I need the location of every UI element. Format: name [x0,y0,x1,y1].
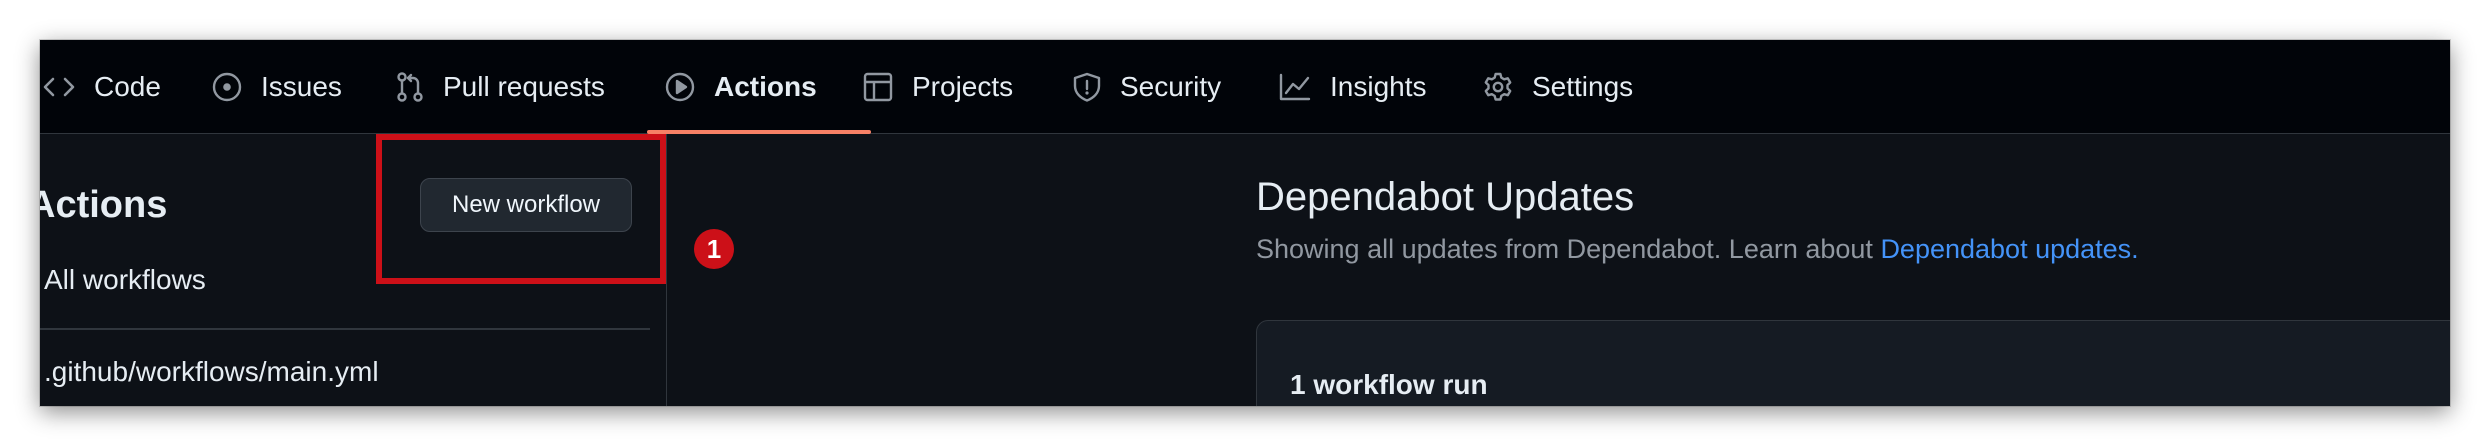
tab-settings[interactable]: Settings [1482,40,1633,133]
tab-projects-label: Projects [912,70,1014,102]
dependabot-updates-link[interactable]: Dependabot updates. [1880,234,2138,264]
page-title: Dependabot Updates [1256,175,1635,219]
tab-actions-label: Actions [714,70,817,102]
browser-window: Code Issues Pull requests Actions Projec… [40,40,2450,406]
sidebar-item-all-workflows[interactable]: All workflows [44,264,206,296]
tab-pull-requests-label: Pull requests [443,70,605,102]
sidebar-divider [40,328,650,330]
tab-settings-label: Settings [1532,70,1634,102]
tab-security[interactable]: Security [1072,40,1221,133]
table-icon [862,71,894,103]
page-subtitle: Showing all updates from Dependabot. Lea… [1256,234,2139,265]
tab-code[interactable]: Code [42,40,161,133]
tab-pull-requests[interactable]: Pull requests [395,40,605,133]
sidebar-item-workflow-file[interactable]: .github/workflows/main.yml [44,356,379,388]
repo-nav: Code Issues Pull requests Actions Projec… [40,40,2450,134]
sidebar-title: Actions [40,184,168,226]
issue-opened-icon [211,71,243,103]
code-icon [42,73,76,101]
tab-projects[interactable]: Projects [862,40,1013,133]
active-tab-underline [647,130,871,134]
tab-code-label: Code [94,70,161,102]
gear-icon [1482,71,1514,103]
tab-issues[interactable]: Issues [211,40,342,133]
graph-icon [1278,72,1312,102]
workflow-runs-count: 1 workflow run [1290,369,1488,400]
tab-insights[interactable]: Insights [1278,40,1427,133]
play-icon [664,71,696,103]
tab-issues-label: Issues [261,70,342,102]
workflow-runs-panel: 1 workflow run [1256,320,2450,406]
git-pull-request-icon [395,71,425,103]
tab-actions[interactable]: Actions [664,40,817,133]
tab-security-label: Security [1120,70,1222,102]
annotation-step-badge: 1 [694,229,734,269]
page-subtitle-text: Showing all updates from Dependabot. Lea… [1256,234,1881,264]
tab-insights-label: Insights [1330,70,1427,102]
annotation-highlight-box [376,134,666,284]
shield-icon [1072,71,1102,103]
